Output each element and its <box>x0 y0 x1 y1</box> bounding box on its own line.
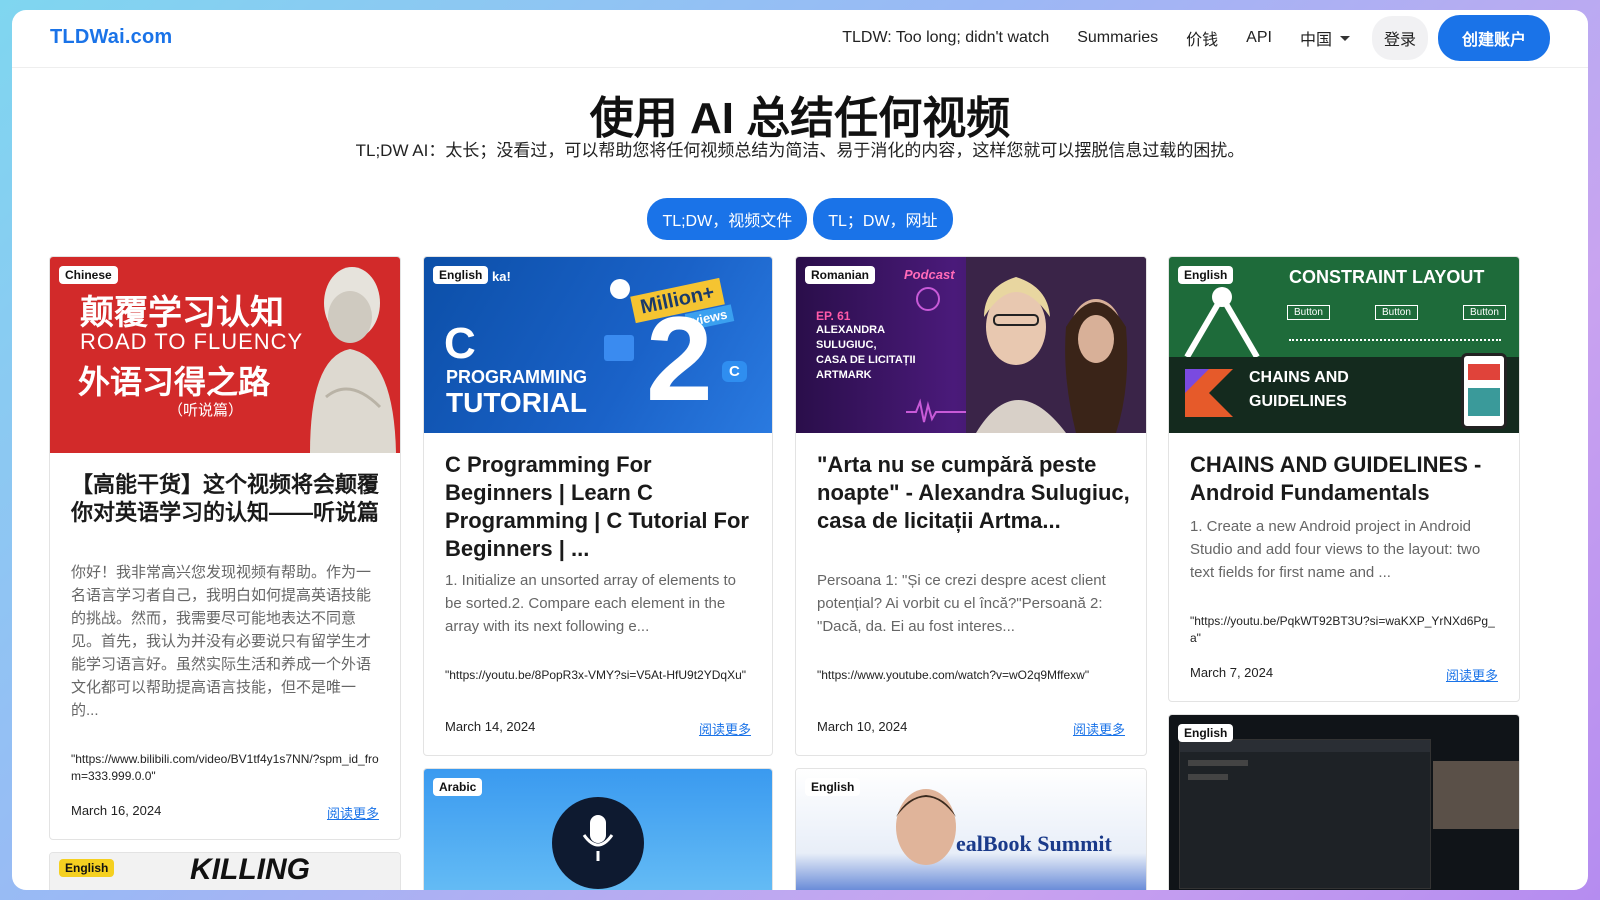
compass-icon <box>1184 287 1260 357</box>
video-thumbnail[interactable]: Chinese 颠覆学习认知 ROAD TO FLUENCY 外语习得之路 （听… <box>50 257 400 453</box>
thumb-text: Button <box>1287 305 1330 320</box>
card-date: March 16, 2024 <box>71 803 162 818</box>
summary-card[interactable]: Chinese 颠覆学习认知 ROAD TO FLUENCY 外语习得之路 （听… <box>49 256 401 840</box>
nav-link-summaries[interactable]: Summaries <box>1077 29 1158 47</box>
bust-statue-image <box>310 267 396 453</box>
hero-actions: TL;DW，视频文件 TL；DW，网址 <box>12 198 1588 240</box>
thumb-text: ka! <box>492 269 511 284</box>
thumb-text: Button <box>1463 305 1506 320</box>
read-more-link[interactable]: 阅读更多 <box>699 719 751 738</box>
language-badge: Romanian <box>805 266 876 284</box>
card-description: 你好！我非常高兴您发现视频有帮助。作为一名语言学习者自己，我明白如何提高英语技能… <box>71 564 372 719</box>
browser-window: TLDWai.com TLDW: Too long; didn't watch … <box>12 10 1588 890</box>
guideline-divider <box>1289 339 1501 341</box>
read-more-link[interactable]: 阅读更多 <box>327 803 379 822</box>
page-title: 使用 AI 总结任何视频 <box>589 94 1011 143</box>
guests-photo <box>966 257 1146 433</box>
thumb-text: ealBook Summit <box>956 831 1112 856</box>
thumb-text: C <box>722 361 747 382</box>
phone-icon <box>1461 353 1507 429</box>
video-url-button[interactable]: TL；DW，网址 <box>813 198 953 240</box>
thumb-text: CHAINS AND <box>1249 369 1349 386</box>
region-label: 中国 <box>1299 32 1332 49</box>
card-url: "https://youtu.be/8PopR3x-VMY?si=V5At-Hf… <box>445 668 747 682</box>
waveform-icon <box>906 398 966 423</box>
language-badge: English <box>805 778 861 796</box>
video-thumbnail[interactable]: Romanian Podcast EP. 61 ALEXANDRA SULUGI… <box>796 257 1146 433</box>
card-url: "https://youtu.be/PqkWT92BT3U?si=waKXP_Y… <box>1190 614 1495 645</box>
card-date: March 10, 2024 <box>817 719 908 734</box>
gear-icon <box>610 279 630 299</box>
nav-link-pricing[interactable]: 价钱 <box>1186 26 1218 50</box>
video-thumbnail[interactable]: English CONSTRAINT LAYOUT Button Button … <box>1169 257 1519 433</box>
video-thumbnail[interactable]: English ealBook Summit <box>796 769 1146 890</box>
thumb-text: C <box>444 319 476 368</box>
card-title[interactable]: "Arta nu se cumpără peste noapte" - Alex… <box>817 451 1130 535</box>
thumb-text: （听说篇） <box>168 402 244 419</box>
language-badge: English <box>433 266 489 284</box>
card-title[interactable]: 【高能干货】这个视频将会颠覆你对英语学习的认知——听说篇 <box>71 471 384 527</box>
thumb-text: ROAD TO FLUENCY <box>80 329 304 354</box>
summary-card[interactable]: English ka! C PROGRAMMING TUTORIAL Milli… <box>423 256 773 756</box>
video-thumbnail[interactable]: English <box>1169 715 1519 890</box>
screen-recording <box>1179 739 1431 889</box>
summary-card[interactable]: English <box>1168 714 1520 890</box>
summary-card[interactable]: English KILLING <box>49 852 401 890</box>
webcam-overlay <box>1433 761 1519 829</box>
read-more-link[interactable]: 阅读更多 <box>1446 665 1498 684</box>
microphone-icon <box>916 287 940 311</box>
signup-button[interactable]: 创建账户 <box>1437 15 1550 61</box>
thumb-text: CONSTRAINT LAYOUT <box>1289 267 1485 287</box>
nav-link-tldw[interactable]: TLDW: Too long; didn't watch <box>842 29 1049 47</box>
thumb-text: EP. 61 <box>816 309 851 323</box>
thumb-text: Button <box>1375 305 1418 320</box>
top-navbar: TLDWai.com TLDW: Too long; didn't watch … <box>12 10 1588 68</box>
card-description: 1. Initialize an unsorted array of eleme… <box>445 572 736 635</box>
thumb-text: KILLING <box>190 853 310 886</box>
thumb-text: GUIDELINES <box>1249 393 1347 410</box>
thumb-text: TUTORIAL <box>446 387 588 418</box>
nav-menu: TLDW: Too long; didn't watch Summaries 价… <box>814 15 1550 61</box>
chevron-down-icon <box>1339 35 1350 41</box>
language-badge: English <box>59 859 115 877</box>
summary-card[interactable]: English CONSTRAINT LAYOUT Button Button … <box>1168 256 1520 702</box>
kotlin-logo-icon <box>1185 369 1233 417</box>
card-date: March 7, 2024 <box>1190 665 1274 680</box>
language-badge: English <box>1178 724 1234 742</box>
card-description: Persoana 1: "Și ce crezi despre acest cl… <box>817 572 1106 635</box>
video-thumbnail[interactable]: Arabic <box>424 769 772 890</box>
card-title[interactable]: CHAINS AND GUIDELINES - Android Fundamen… <box>1190 451 1503 507</box>
language-badge: Arabic <box>433 778 483 796</box>
summary-card[interactable]: Arabic <box>423 768 773 890</box>
thumb-text: 颠覆学习认知 <box>80 294 284 332</box>
read-more-link[interactable]: 阅读更多 <box>1073 719 1125 738</box>
summary-card[interactable]: Romanian Podcast EP. 61 ALEXANDRA SULUGI… <box>795 256 1147 756</box>
site-logo[interactable]: TLDWai.com <box>50 26 172 49</box>
thumb-text: 2 <box>646 292 713 426</box>
thumb-text: ALEXANDRA SULUGIUC, CASA DE LICITAȚII AR… <box>816 324 916 381</box>
thumb-text: PROGRAMMING <box>446 367 587 387</box>
speaker-photo <box>896 789 956 865</box>
card-url: "https://www.youtube.com/watch?v=wO2q9Mf… <box>817 668 1090 682</box>
card-url: "https://www.bilibili.com/video/BV1tf4y1… <box>71 752 379 783</box>
card-description: 1. Create a new Android project in Andro… <box>1190 518 1481 581</box>
login-button[interactable]: 登录 <box>1371 16 1428 60</box>
card-date: March 14, 2024 <box>445 719 536 734</box>
video-file-button[interactable]: TL;DW，视频文件 <box>647 198 808 240</box>
page-subtitle: TL;DW AI：太长；没看过，可以帮助您将任何视频总结为简洁、易于消化的内容，… <box>355 141 1245 160</box>
thumb-text: Podcast <box>904 267 955 282</box>
nav-link-api[interactable]: API <box>1246 29 1272 47</box>
video-thumbnail[interactable]: English KILLING <box>50 853 400 890</box>
microphone-icon <box>582 815 614 861</box>
card-title[interactable]: C Programming For Beginners | Learn C Pr… <box>445 451 756 563</box>
language-badge: English <box>1178 266 1234 284</box>
language-badge: Chinese <box>59 266 118 284</box>
thumb-text: 外语习得之路 <box>78 364 271 400</box>
window-icon <box>604 335 634 361</box>
region-dropdown[interactable]: 中国 <box>1300 26 1350 50</box>
summary-card[interactable]: English ealBook Summit <box>795 768 1147 890</box>
video-thumbnail[interactable]: English ka! C PROGRAMMING TUTORIAL Milli… <box>424 257 772 433</box>
